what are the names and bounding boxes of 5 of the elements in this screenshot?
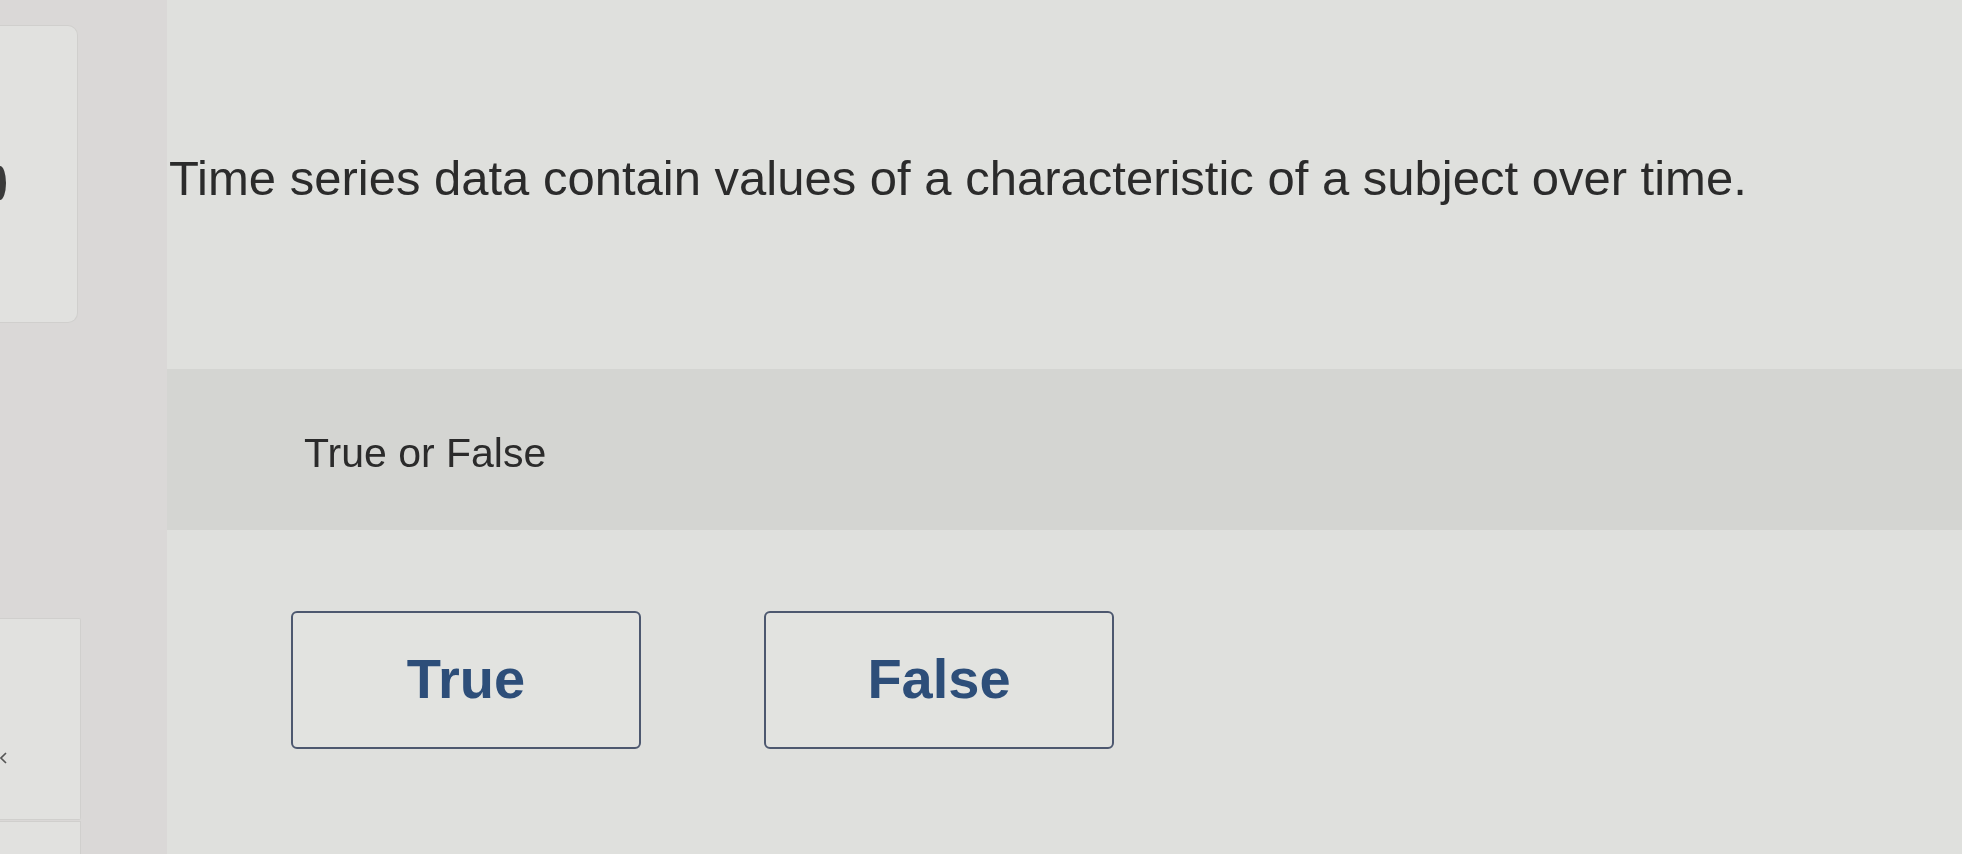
chevron-left-icon[interactable] <box>0 752 7 764</box>
answer-button[interactable]: True <box>291 611 641 749</box>
question-text: Time series data contain values of a characteristic of a subject over time. <box>169 150 1747 206</box>
prompt-text: True or False <box>304 430 547 476</box>
answer-button[interactable]: False <box>764 611 1114 749</box>
